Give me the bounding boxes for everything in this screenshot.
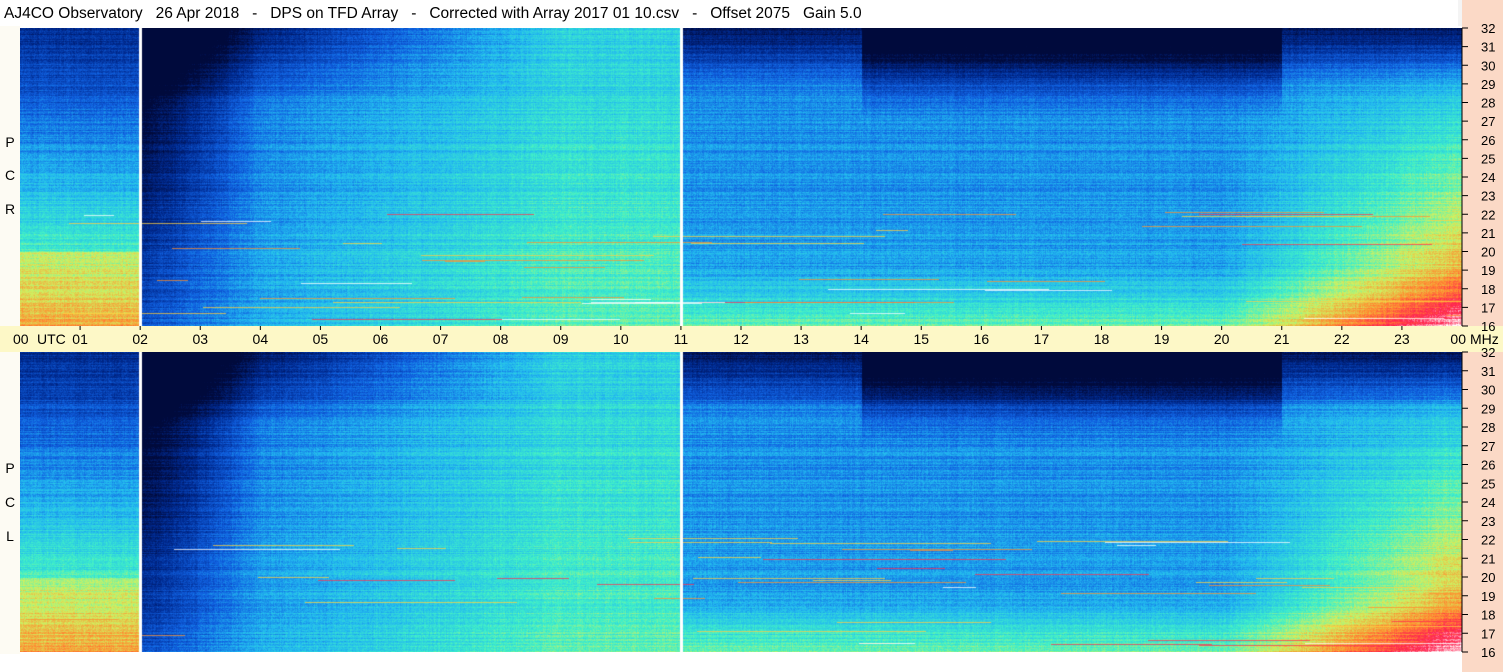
lcp-label-letter: P xyxy=(5,460,15,476)
title-date: 26 Apr 2018 xyxy=(155,5,240,22)
title-separator: - xyxy=(252,5,258,22)
title-description: DPS on TFD Array xyxy=(270,5,399,22)
rcp-label-letter: R xyxy=(4,201,16,217)
lcp-label-letter: L xyxy=(6,528,14,544)
lcp-label-letter: C xyxy=(4,494,16,510)
title-offset: Offset 2075 xyxy=(710,5,791,22)
chart-title: AJ4CO Observatory 26 Apr 2018 - DPS on T… xyxy=(4,3,862,25)
title-gain: Gain 5.0 xyxy=(802,5,862,22)
title-separator: - xyxy=(692,5,698,22)
title-observatory: AJ4CO Observatory xyxy=(4,5,143,22)
rcp-label-letter: P xyxy=(5,134,15,150)
rcp-label-letter: C xyxy=(4,167,16,183)
title-separator: - xyxy=(411,5,417,22)
rcp-spectrogram xyxy=(20,28,1462,326)
lcp-spectrogram xyxy=(20,352,1462,652)
time-axis-bar xyxy=(0,326,1503,352)
title-correction: Corrected with Array 2017 01 10.csv xyxy=(429,5,680,22)
